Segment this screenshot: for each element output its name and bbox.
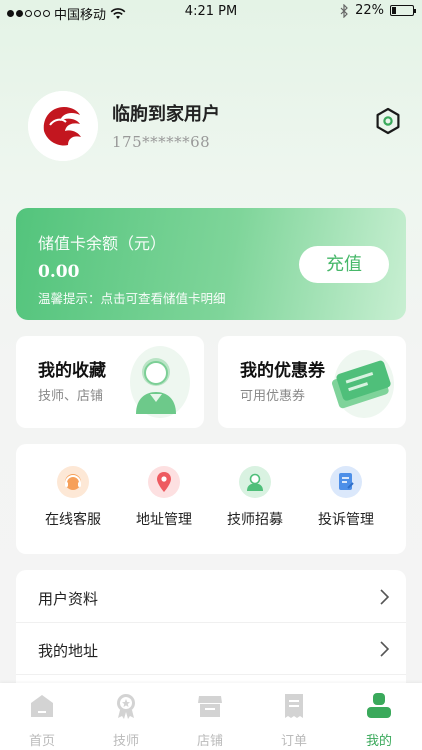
chevron-right-icon	[380, 589, 390, 605]
coupon-ticket-icon	[331, 350, 394, 418]
user-phone: 175******68	[112, 133, 211, 151]
tab-technician[interactable]: 技师	[84, 691, 168, 749]
tab-orders-label: 订单	[280, 734, 307, 749]
tab-mine[interactable]: 我的	[337, 691, 421, 749]
menu-my-address-label: 我的地址	[38, 642, 99, 660]
tab-technician-label: 技师	[112, 734, 139, 749]
menu-user-profile-label: 用户资料	[38, 590, 99, 608]
battery-level-fill	[392, 7, 396, 14]
battery-icon	[390, 5, 416, 16]
brand-logo-icon	[28, 91, 98, 161]
shop-icon	[198, 696, 222, 717]
service-complaint-management-label: 投诉管理	[318, 512, 374, 528]
status-right: 22%	[340, 3, 416, 18]
recharge-button[interactable]: 充值	[299, 246, 389, 283]
home-icon	[31, 695, 53, 717]
profile-icon	[367, 693, 391, 718]
technician-icon	[239, 466, 271, 498]
coupons-title: 我的优惠券	[240, 361, 325, 381]
coupons-subtitle: 可用优惠券	[240, 389, 306, 404]
tab-shop-label: 店铺	[196, 734, 223, 749]
tab-orders[interactable]: 订单	[252, 691, 336, 749]
headset-icon	[57, 466, 89, 498]
menu-my-address[interactable]: 我的地址	[16, 623, 406, 675]
balance-amount: 0.00	[38, 262, 80, 282]
service-address-management-label: 地址管理	[136, 512, 192, 528]
tab-home[interactable]: 首页	[0, 691, 84, 749]
tab-shop[interactable]: 店铺	[168, 691, 252, 749]
user-name: 临朐到家用户	[112, 104, 220, 125]
avatar[interactable]	[28, 91, 98, 161]
balance-title: 储值卡余额（元）	[38, 234, 167, 253]
bluetooth-icon	[340, 3, 348, 18]
status-bar: 中国移动 4:21 PM 22%	[0, 0, 422, 24]
balance-card[interactable]: 储值卡余额（元） 0.00 温馨提示：点击可查看储值卡明细 充值	[16, 208, 406, 320]
location-pin-icon	[148, 466, 180, 498]
menu-user-profile[interactable]: 用户资料	[16, 571, 406, 623]
service-complaint-management[interactable]: 投诉管理	[301, 466, 391, 529]
order-icon	[285, 694, 303, 718]
tab-bar: 首页 技师 店铺 订单 我的	[0, 683, 422, 750]
coupons-card[interactable]: 我的优惠券 可用优惠券	[218, 336, 406, 428]
tab-mine-label: 我的	[365, 734, 392, 749]
favorites-person-icon	[130, 346, 190, 418]
chevron-right-icon	[380, 641, 390, 657]
settings-icon[interactable]	[373, 106, 403, 136]
technician-badge-icon	[117, 694, 135, 719]
favorites-subtitle: 技师、店铺	[38, 389, 104, 404]
service-address-management[interactable]: 地址管理	[119, 466, 209, 529]
service-online-support-label: 在线客服	[45, 512, 101, 528]
service-technician-recruitment-label: 技师招募	[227, 512, 283, 528]
service-online-support[interactable]: 在线客服	[28, 466, 118, 529]
balance-tip: 温馨提示：点击可查看储值卡明细	[38, 291, 226, 306]
service-technician-recruitment[interactable]: 技师招募	[210, 466, 300, 529]
services-panel: 在线客服 地址管理 技师招募 投诉管理	[16, 444, 406, 554]
complaint-document-icon	[330, 466, 362, 498]
favorites-title: 我的收藏	[38, 361, 106, 381]
favorites-card[interactable]: 我的收藏 技师、店铺	[16, 336, 204, 428]
battery-percent: 22%	[355, 3, 384, 18]
tab-home-label: 首页	[28, 734, 55, 749]
